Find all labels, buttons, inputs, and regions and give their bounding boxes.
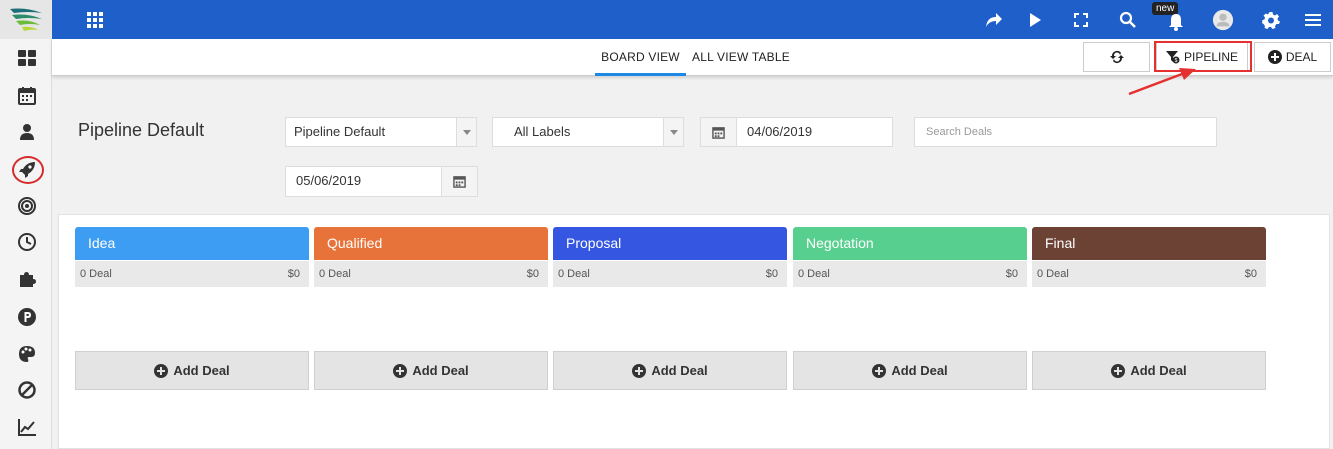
fullscreen-icon[interactable] [1070,9,1092,31]
sidebar [0,0,52,449]
end-date-calendar-icon[interactable] [441,166,478,197]
chevron-down-icon [456,118,476,146]
labels-select-value: All Labels [514,124,571,139]
add-deal-header-button[interactable]: DEAL [1254,42,1331,72]
deal-amount: $0 [1005,268,1018,280]
target-icon[interactable] [14,193,40,219]
chevron-down-icon [663,118,683,146]
pipeline-select[interactable]: Pipeline Default [285,117,477,147]
plus-circle-icon [1111,363,1126,378]
search-icon[interactable] [1117,9,1139,31]
deal-amount: $0 [287,268,300,280]
add-deal-button-final[interactable]: Add Deal [1032,351,1266,390]
stage-summary-proposal: 0 Deal $0 [553,261,787,287]
add-deal-label: Add Deal [412,363,469,378]
start-date-calendar-icon[interactable] [700,117,737,147]
play-icon[interactable] [1024,9,1046,31]
deal-count: 0 Deal [80,268,112,280]
sub-header: BOARD VIEW ALL VIEW TABLE $ PIPELINE DEA… [52,39,1333,76]
plus-circle-icon [872,363,887,378]
deal-count: 0 Deal [1037,268,1069,280]
rocket-icon[interactable] [14,157,40,183]
add-deal-button-negotation[interactable]: Add Deal [793,351,1027,390]
palette-icon[interactable] [14,341,40,367]
share-icon[interactable] [983,9,1005,31]
block-icon[interactable] [14,377,40,403]
deal-amount: $0 [526,268,539,280]
app-logo[interactable] [0,0,52,39]
stage-header-idea[interactable]: Idea [75,227,309,260]
end-date-input[interactable]: 05/06/2019 [285,166,442,197]
bell-icon[interactable] [1165,11,1187,33]
clock-icon[interactable] [14,229,40,255]
stage-summary-final: 0 Deal $0 [1032,261,1266,287]
deal-count: 0 Deal [319,268,351,280]
plus-circle-icon [1267,50,1282,64]
pipeline-highlight-box [1154,41,1252,72]
add-deal-button-qualified[interactable]: Add Deal [314,351,548,390]
pipeline-select-value: Pipeline Default [294,124,386,139]
stage-summary-negotation: 0 Deal $0 [793,261,1027,287]
plus-circle-icon [154,363,169,378]
deal-amount: $0 [1244,268,1257,280]
calendar-icon[interactable] [14,83,40,109]
refresh-icon [1109,51,1124,63]
tab-board-view[interactable]: BOARD VIEW [595,39,686,76]
tab-all-view-table[interactable]: ALL VIEW TABLE [692,39,790,76]
add-deal-label: Add Deal [891,363,948,378]
refresh-button[interactable] [1083,42,1150,72]
add-deal-button-idea[interactable]: Add Deal [75,351,309,390]
plus-circle-icon [393,363,408,378]
deal-amount: $0 [765,268,778,280]
chart-line-icon[interactable] [14,414,40,440]
contact-icon[interactable] [14,119,40,145]
p-circle-icon[interactable] [14,304,40,330]
user-avatar-icon[interactable] [1211,8,1235,32]
stage-header-final[interactable]: Final [1032,227,1266,260]
add-deal-label: Add Deal [651,363,708,378]
stage-summary-qualified: 0 Deal $0 [314,261,548,287]
apps-grid-icon[interactable] [84,9,106,31]
puzzle-icon[interactable] [14,266,40,292]
deal-label: DEAL [1285,50,1318,64]
start-date-input[interactable]: 04/06/2019 [736,117,893,147]
add-deal-label: Add Deal [1130,363,1187,378]
search-deals-input[interactable] [914,117,1217,147]
stage-summary-idea: 0 Deal $0 [75,261,309,287]
dashboard-icon[interactable] [14,45,40,71]
deal-count: 0 Deal [558,268,590,280]
page-title: Pipeline Default [78,120,205,140]
stage-header-proposal[interactable]: Proposal [553,227,787,260]
stage-header-negotation[interactable]: Negotation [793,227,1027,260]
gear-icon[interactable] [1260,9,1282,31]
labels-select[interactable]: All Labels [492,117,684,147]
menu-icon[interactable] [1302,9,1324,31]
add-deal-label: Add Deal [173,363,230,378]
stage-header-qualified[interactable]: Qualified [314,227,548,260]
plus-circle-icon [632,363,647,378]
top-bar: new [52,0,1333,39]
deal-count: 0 Deal [798,268,830,280]
add-deal-button-proposal[interactable]: Add Deal [553,351,787,390]
logo-icon [10,8,42,31]
